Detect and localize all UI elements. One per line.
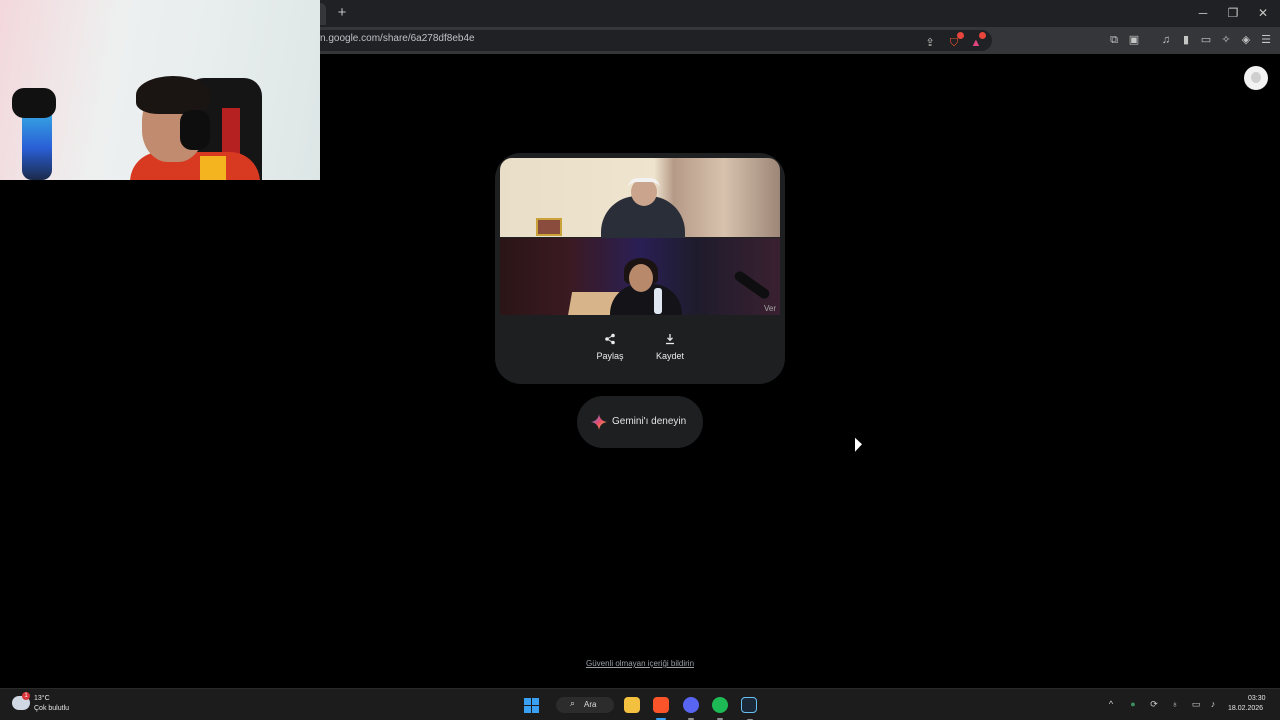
brave-shields-icon[interactable]: ⛉: [946, 32, 964, 51]
download-icon: [640, 333, 700, 349]
sync-icon[interactable]: ⟳: [1148, 698, 1160, 710]
shared-image-preview[interactable]: Ver: [500, 158, 780, 315]
wall-picture: [536, 218, 562, 236]
try-gemini-label: Gemini'ı deneyin: [612, 416, 687, 427]
new-tab-button[interactable]: +: [334, 4, 350, 22]
url-text[interactable]: n.google.com/share/6a278df8eb4e: [320, 33, 475, 44]
share-button[interactable]: Paylaş: [580, 333, 640, 361]
share-page-icon[interactable]: ⇪: [922, 35, 938, 51]
taskbar: 1 13°C Çok bulutlu ⌕ Ara ^ ● ⟳ ♁ ▭ ♪ 03:…: [0, 688, 1280, 720]
extensions-icon[interactable]: ⧉: [1106, 32, 1122, 48]
watermark-text: Ver: [763, 304, 776, 313]
start-button[interactable]: [524, 698, 539, 713]
share-label: Paylaş: [596, 351, 624, 361]
taskbar-search[interactable]: ⌕ Ara: [556, 697, 614, 713]
minimize-button[interactable]: ─: [1188, 4, 1218, 22]
sidebar-icon[interactable]: ▮: [1178, 32, 1194, 48]
share-card: Ver Paylaş Kaydet: [495, 153, 785, 384]
address-bar[interactable]: n.google.com/share/6a278df8eb4e ⇪ ⛉ ▲: [312, 30, 992, 51]
volume-icon[interactable]: ♪: [1207, 698, 1219, 710]
microphone-icon[interactable]: ♁: [1169, 698, 1181, 710]
leo-ai-icon[interactable]: ✧: [1218, 32, 1234, 48]
try-gemini-button[interactable]: Gemini'ı deneyin: [577, 396, 703, 448]
steam-icon[interactable]: [741, 697, 757, 720]
brave-browser-icon[interactable]: [653, 697, 669, 720]
person-bottom-head: [629, 264, 653, 292]
media-controls-icon[interactable]: ♫: [1158, 32, 1174, 48]
person-hair: [136, 76, 210, 114]
brave-rewards-icon[interactable]: ▲: [968, 32, 986, 51]
mouse-cursor: [855, 437, 862, 455]
person-shirt: [130, 152, 260, 180]
weather-badge: 1: [22, 692, 30, 700]
webcam-overlay: [0, 0, 320, 180]
share-icon: [580, 333, 640, 349]
screenshot-icon[interactable]: ▣: [1126, 32, 1142, 48]
chevron-up-icon[interactable]: ^: [1105, 698, 1117, 710]
network-icon[interactable]: ▭: [1190, 698, 1202, 710]
microphone-head: [12, 88, 56, 118]
clock-date[interactable]: 18.02.2026: [1228, 705, 1263, 712]
weather-temp: 13°C: [34, 695, 50, 702]
search-icon: ⌕: [570, 698, 576, 708]
clock-time[interactable]: 03:30: [1248, 695, 1266, 702]
vpn-icon[interactable]: ◈: [1238, 32, 1254, 48]
menu-icon[interactable]: ☰: [1258, 32, 1274, 48]
save-button[interactable]: Kaydet: [640, 333, 700, 361]
report-unsafe-content-link[interactable]: Güvenli olmayan içeriği bildirin: [540, 659, 740, 668]
headset: [180, 110, 210, 150]
gemini-sparkle-icon: [591, 414, 607, 430]
discord-icon[interactable]: [683, 697, 699, 720]
wallet-icon[interactable]: ▭: [1198, 32, 1214, 48]
weather-condition: Çok bulutlu: [34, 705, 70, 712]
save-label: Kaydet: [655, 351, 685, 361]
maximize-button[interactable]: ❐: [1218, 4, 1248, 22]
status-dot-icon[interactable]: ●: [1127, 698, 1139, 710]
shirt-stripe: [200, 156, 226, 180]
search-label: Ara: [584, 700, 597, 709]
account-avatar[interactable]: [1244, 66, 1268, 90]
water-bottle: [654, 288, 662, 314]
close-window-button[interactable]: ✕: [1248, 4, 1278, 22]
file-explorer-icon[interactable]: [624, 697, 640, 713]
spotify-icon[interactable]: [712, 697, 728, 720]
person-top-headphones: [628, 178, 660, 188]
